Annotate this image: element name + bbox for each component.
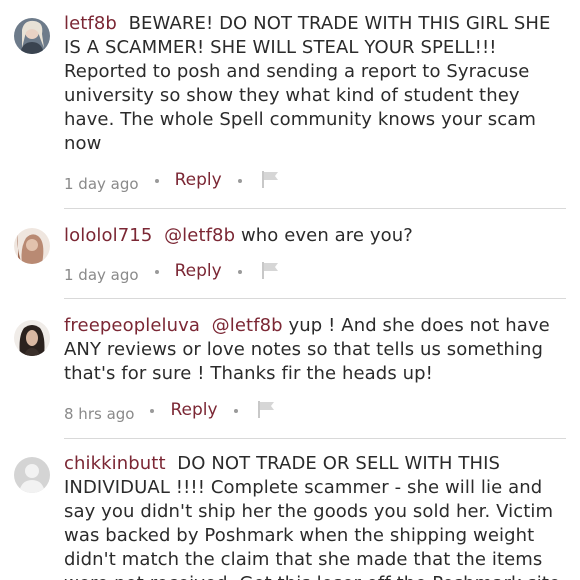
flag-icon[interactable]	[256, 400, 276, 422]
comment-text: letf8b BEWARE! DO NOT TRADE WITH THIS GI…	[64, 12, 570, 156]
flag-icon[interactable]	[260, 170, 280, 192]
comment-text: freepeopleluva @letf8b yup ! And she doe…	[64, 314, 570, 386]
comment-meta: 8 hrs ago Reply	[64, 400, 276, 426]
separator-dot	[237, 179, 242, 183]
comment-meta: 1 day ago Reply	[64, 261, 280, 287]
flag-icon[interactable]	[260, 261, 280, 283]
comment-body: BEWARE! DO NOT TRADE WITH THIS GIRL SHE …	[64, 13, 551, 154]
separator-dot	[154, 179, 159, 183]
comments-feed: letf8b BEWARE! DO NOT TRADE WITH THIS GI…	[0, 0, 580, 580]
comment-mention[interactable]: @letf8b	[164, 225, 235, 246]
default-user-avatar-icon[interactable]	[14, 457, 50, 493]
separator-dot	[150, 409, 155, 413]
commenter-avatar[interactable]	[14, 228, 50, 264]
commenter-avatar[interactable]	[14, 320, 50, 356]
comment-divider	[64, 208, 566, 209]
comment-username[interactable]: lololol715	[64, 225, 152, 246]
comment-username[interactable]: freepeopleluva	[64, 315, 200, 336]
comment-mention[interactable]: @letf8b	[212, 315, 283, 336]
comment-text: lololol715 @letf8b who even are you?	[64, 224, 570, 248]
separator-dot	[237, 270, 242, 274]
comment-timestamp: 1 day ago	[64, 266, 139, 284]
comment-timestamp: 8 hrs ago	[64, 405, 135, 423]
reply-button[interactable]: Reply	[170, 400, 217, 420]
separator-dot	[154, 270, 159, 274]
commenter-avatar[interactable]	[14, 18, 50, 54]
comment-username[interactable]: letf8b	[64, 13, 117, 34]
reply-button[interactable]: Reply	[175, 170, 222, 190]
reply-button[interactable]: Reply	[175, 261, 222, 281]
comment-divider	[64, 298, 566, 299]
comment-meta: 1 day ago Reply	[64, 170, 280, 196]
comment-username[interactable]: chikkinbutt	[64, 453, 166, 474]
comment-body: who even are you?	[240, 225, 413, 246]
comment-timestamp: 1 day ago	[64, 175, 139, 193]
separator-dot	[233, 409, 238, 413]
comment-text: chikkinbutt DO NOT TRADE OR SELL WITH TH…	[64, 452, 570, 580]
comment-divider	[64, 438, 566, 439]
